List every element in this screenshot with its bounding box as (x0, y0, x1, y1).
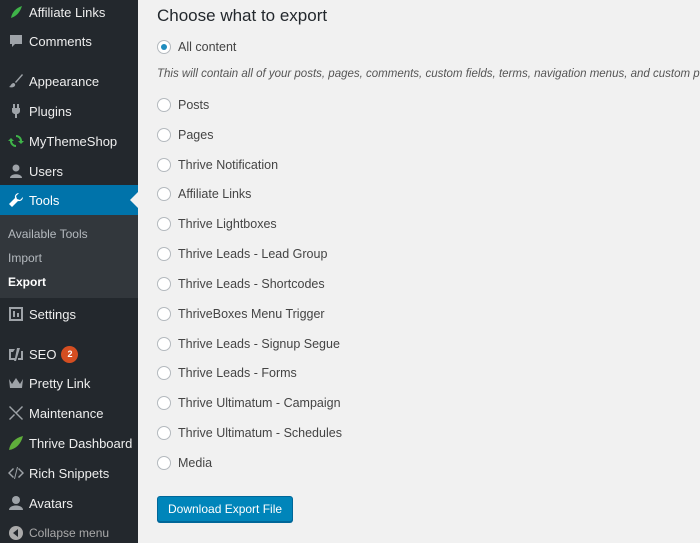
sidebar-item-label: Plugins (29, 103, 72, 119)
submenu-item-import[interactable]: Import (0, 247, 138, 271)
wrench-icon (6, 190, 26, 210)
submenu-item-export[interactable]: Export (0, 271, 138, 295)
sidebar-item-comments[interactable]: Comments (0, 26, 138, 56)
user-icon (6, 161, 26, 181)
radio-button[interactable] (157, 158, 171, 172)
yoast-icon (6, 344, 26, 364)
radio-button[interactable] (157, 337, 171, 351)
option-label: Thrive Leads - Lead Group (178, 247, 328, 261)
sidebar-item-seo[interactable]: SEO 2 (0, 339, 138, 369)
sidebar-item-users[interactable]: Users (0, 156, 138, 186)
option-label: Thrive Leads - Shortcodes (178, 277, 325, 291)
radio-button[interactable] (157, 217, 171, 231)
radio-thrive-leads-shortcodes[interactable]: Thrive Leads - Shortcodes (157, 274, 325, 294)
radio-thrive-ultimatum-schedules[interactable]: Thrive Ultimatum - Schedules (157, 423, 342, 443)
sidebar-item-label: Avatars (29, 495, 73, 511)
radio-thrive-leads-forms[interactable]: Thrive Leads - Forms (157, 363, 297, 383)
radio-button[interactable] (157, 307, 171, 321)
sidebar-item-avatars[interactable]: Avatars (0, 488, 138, 518)
option-label: Thrive Ultimatum - Schedules (178, 426, 342, 440)
radio-thrive-leads-signup-segue[interactable]: Thrive Leads - Signup Segue (157, 334, 340, 354)
collapse-icon (6, 523, 26, 543)
collapse-menu-label: Collapse menu (29, 526, 110, 540)
radio-media[interactable]: Media (157, 453, 212, 473)
page-title: Choose what to export (157, 6, 328, 25)
radio-thrive-ultimatum-campaign[interactable]: Thrive Ultimatum - Campaign (157, 393, 341, 413)
collapse-menu-button[interactable]: Collapse menu (0, 518, 138, 543)
update-count-badge: 2 (61, 345, 79, 363)
tools-icon (6, 403, 26, 423)
sidebar-item-appearance[interactable]: Appearance (0, 66, 138, 96)
option-label: Affiliate Links (178, 187, 252, 201)
option-label: Thrive Leads - Signup Segue (178, 337, 340, 351)
sidebar-item-label: MyThemeShop (29, 133, 118, 149)
current-menu-arrow (130, 192, 138, 208)
sidebar-item-label: Appearance (29, 73, 100, 89)
sidebar-item-label: Affiliate Links (29, 4, 106, 20)
radio-thrive-leads-lead-group[interactable]: Thrive Leads - Lead Group (157, 244, 327, 264)
option-label: Posts (178, 98, 210, 112)
sidebar-item-plugins[interactable]: Plugins (0, 96, 138, 126)
tools-submenu: Available Tools Import Export (0, 215, 138, 298)
download-export-file-button[interactable]: Download Export File (157, 496, 294, 522)
radio-thrive-lightboxes[interactable]: Thrive Lightboxes (157, 214, 277, 234)
sidebar-item-label: Thrive Dashboard (29, 435, 133, 451)
submenu-item-available-tools[interactable]: Available Tools (0, 223, 138, 247)
code-icon (6, 463, 26, 483)
sidebar-item-settings[interactable]: Settings (0, 299, 138, 329)
radio-button[interactable] (157, 247, 171, 261)
admin-sidebar: Affiliate Links Comments Appearance Plug… (0, 0, 138, 543)
sidebar-item-label: Users (29, 163, 63, 179)
refresh-icon (6, 131, 26, 151)
sidebar-item-label: Pretty Link (29, 375, 91, 391)
radio-pages[interactable]: Pages (157, 125, 213, 145)
avatar-icon (6, 493, 26, 513)
radio-button[interactable] (157, 426, 171, 440)
sidebar-item-label: Maintenance (29, 405, 104, 421)
radio-button[interactable] (157, 128, 171, 142)
option-label: Pages (178, 128, 214, 142)
radio-button[interactable] (157, 98, 171, 112)
export-content: Choose what to export All content This w… (138, 0, 700, 543)
option-label: Thrive Notification (178, 158, 279, 172)
plug-icon (6, 101, 26, 121)
radio-button[interactable] (157, 396, 171, 410)
option-label: Thrive Lightboxes (178, 217, 277, 231)
radio-button[interactable] (157, 40, 171, 54)
radio-button[interactable] (157, 187, 171, 201)
sidebar-item-tools[interactable]: Tools (0, 185, 138, 215)
crown-icon (6, 373, 26, 393)
sidebar-item-affiliate-links[interactable]: Affiliate Links (0, 0, 138, 27)
leaf-icon (6, 2, 26, 22)
sidebar-item-label: Rich Snippets (29, 465, 110, 481)
radio-button[interactable] (157, 456, 171, 470)
comment-icon (6, 31, 26, 51)
sidebar-item-pretty-link[interactable]: Pretty Link (0, 368, 138, 398)
sidebar-item-thrive-dashboard[interactable]: Thrive Dashboard (0, 428, 138, 458)
option-label: All content (178, 40, 237, 54)
sidebar-item-label: Settings (29, 306, 76, 322)
option-label: Media (178, 456, 213, 470)
option-label: Thrive Ultimatum - Campaign (178, 396, 341, 410)
radio-button[interactable] (157, 277, 171, 291)
all-content-description: This will contain all of your posts, pag… (157, 68, 700, 80)
option-label: ThriveBoxes Menu Trigger (178, 307, 325, 321)
sidebar-item-label: Comments (29, 33, 92, 49)
sidebar-item-label: Tools (29, 192, 60, 208)
radio-all-content[interactable]: All content (157, 37, 236, 57)
option-label: Thrive Leads - Forms (178, 366, 297, 380)
brush-icon (6, 71, 26, 91)
radio-affiliate-links[interactable]: Affiliate Links (157, 184, 251, 204)
radio-thriveboxes-menu-trigger[interactable]: ThriveBoxes Menu Trigger (157, 304, 325, 324)
radio-thrive-notification[interactable]: Thrive Notification (157, 155, 278, 175)
settings-icon (6, 304, 26, 324)
radio-posts[interactable]: Posts (157, 95, 209, 115)
sidebar-item-maintenance[interactable]: Maintenance (0, 398, 138, 428)
thrive-leaf-icon (6, 433, 26, 453)
sidebar-item-mythemeshop[interactable]: MyThemeShop (0, 126, 138, 156)
radio-button[interactable] (157, 366, 171, 380)
sidebar-item-label: SEO (29, 346, 57, 362)
sidebar-item-rich-snippets[interactable]: Rich Snippets (0, 458, 138, 488)
